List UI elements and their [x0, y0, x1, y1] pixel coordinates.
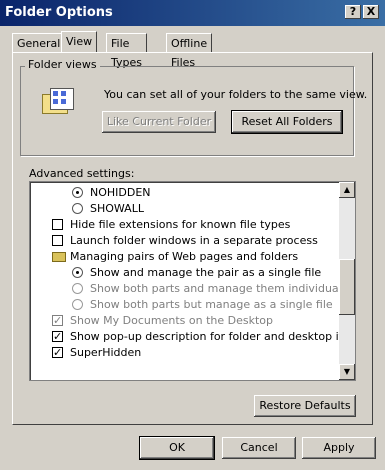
window-title: Folder Options: [5, 5, 113, 20]
vertical-scrollbar[interactable]: ▲ ▼: [339, 182, 355, 380]
help-button[interactable]: ?: [345, 5, 361, 19]
scroll-up-icon[interactable]: ▲: [339, 182, 355, 198]
radio-nohidden[interactable]: [72, 187, 83, 198]
advanced-settings-list[interactable]: NOHIDDEN SHOWALL Hide file extensions fo…: [29, 181, 356, 381]
tab-offline-files[interactable]: Offline Files: [166, 33, 213, 69]
tab-view-label: View: [66, 35, 93, 48]
tab-general-label: General: [17, 37, 61, 50]
like-current-folder-button[interactable]: Like Current Folder: [102, 111, 216, 133]
item-label: SHOWALL: [90, 202, 144, 215]
reset-all-folders-button[interactable]: Reset All Folders: [231, 110, 343, 134]
folder-views-text: You can set all of your folders to the s…: [104, 88, 368, 101]
ok-button[interactable]: OK: [139, 436, 215, 460]
restore-defaults-button[interactable]: Restore Defaults: [254, 395, 356, 417]
item-label: Show both parts but manage as a single f…: [90, 298, 333, 311]
item-label: Show pop-up description for folder and d…: [70, 330, 356, 343]
radio-both-individually[interactable]: [72, 283, 83, 294]
item-label: Launch folder windows in a separate proc…: [70, 234, 318, 247]
apply-button[interactable]: Apply: [302, 437, 376, 459]
checkbox-hide-extensions[interactable]: [52, 219, 63, 230]
checkbox-my-documents[interactable]: [52, 313, 63, 329]
item-label: Managing pairs of Web pages and folders: [70, 250, 299, 263]
folder-options-window: Folder Options ? X General View File Typ…: [0, 0, 385, 470]
folder-views-label: Folder views: [25, 58, 100, 71]
folder-icon: [52, 252, 66, 262]
tab-general[interactable]: General: [12, 33, 66, 52]
radio-both-single[interactable]: [72, 299, 83, 310]
radio-single-file[interactable]: [72, 267, 83, 278]
item-label: NOHIDDEN: [90, 186, 151, 199]
item-label: Show My Documents on the Desktop: [70, 314, 274, 327]
item-label: Hide file extensions for known file type…: [70, 218, 291, 231]
close-button[interactable]: X: [363, 5, 379, 19]
radio-showall[interactable]: [72, 203, 83, 214]
tab-file-types[interactable]: File Types: [106, 33, 147, 69]
scroll-down-icon[interactable]: ▼: [339, 364, 355, 380]
item-label: SuperHidden: [70, 346, 142, 359]
title-bar[interactable]: Folder Options ? X: [0, 0, 385, 26]
advanced-settings-label: Advanced settings:: [29, 167, 135, 180]
checkbox-superhidden[interactable]: [52, 345, 63, 361]
folder-views-icon: [42, 88, 74, 116]
cancel-button[interactable]: Cancel: [222, 437, 296, 459]
checkbox-separate-process[interactable]: [52, 235, 63, 246]
checkbox-popup-description[interactable]: [52, 329, 63, 345]
item-label: Show both parts and manage them individu…: [90, 282, 352, 295]
item-label: Show and manage the pair as a single fil…: [90, 266, 322, 279]
tab-view[interactable]: View: [61, 31, 98, 53]
scroll-thumb[interactable]: [339, 259, 355, 315]
